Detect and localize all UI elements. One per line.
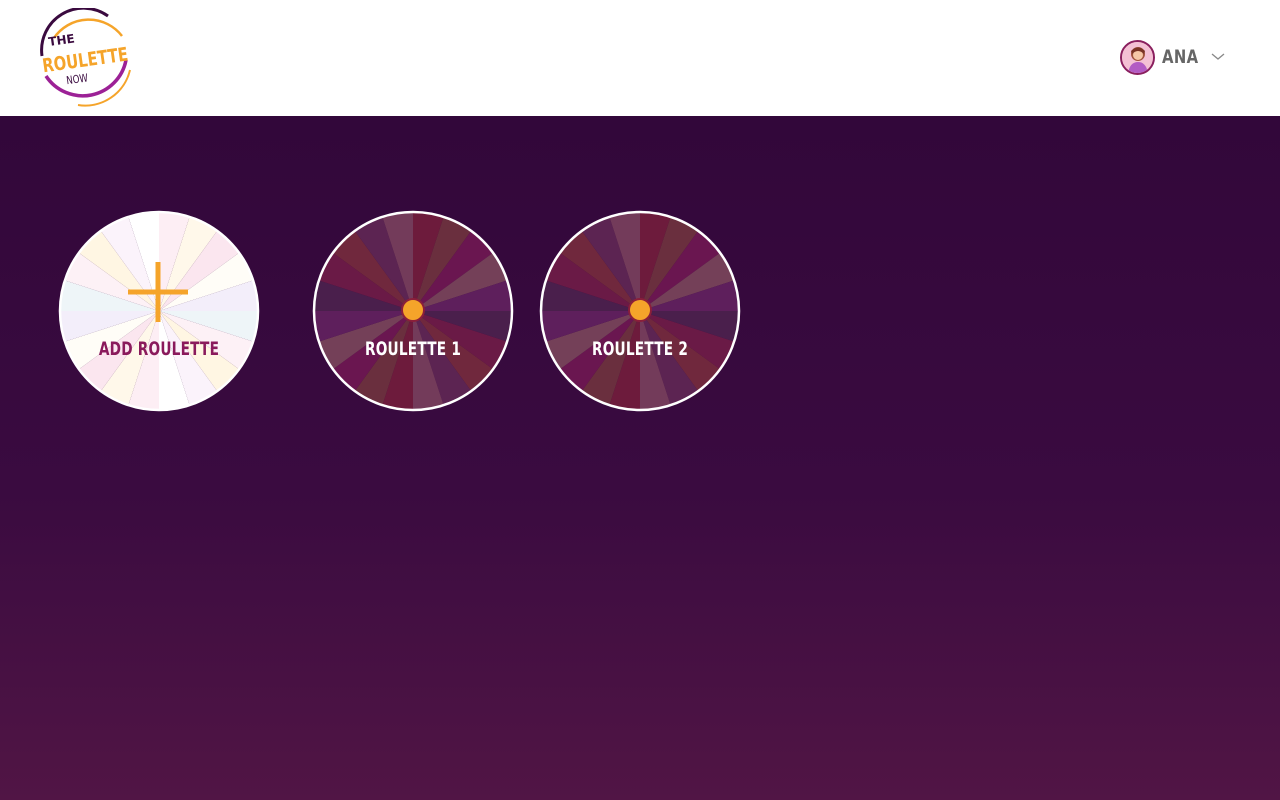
roulette-card-2[interactable]: ROULETTE 2 <box>539 210 741 412</box>
roulette-2-label: ROULETTE 2 <box>591 338 689 360</box>
user-avatar-icon[interactable] <box>1120 39 1155 75</box>
add-roulette-label: ADD ROULETTE <box>98 338 220 360</box>
wheel-hub-icon <box>401 298 425 322</box>
svg-text:NOW: NOW <box>66 72 89 87</box>
app-logo[interactable]: THE ROULETTE NOW <box>34 8 134 108</box>
plus-icon <box>128 262 188 322</box>
chevron-down-icon[interactable] <box>1211 52 1225 62</box>
roulette-1-label: ROULETTE 1 <box>364 338 462 360</box>
roulette-2-wheel <box>539 210 741 412</box>
wheel-hub-icon <box>628 298 652 322</box>
svg-text:THE: THE <box>47 31 75 49</box>
user-menu[interactable]: ANA <box>1120 39 1225 75</box>
logo-mark: THE ROULETTE NOW <box>40 8 131 107</box>
add-roulette-button[interactable]: ADD ROULETTE <box>58 210 260 412</box>
user-name[interactable]: ANA <box>1162 46 1198 68</box>
roulettes-area: ADD ROULETTE ROULETTE 1 ROULETTE 2 <box>0 116 1280 800</box>
roulette-card-1[interactable]: ROULETTE 1 <box>312 210 514 412</box>
top-bar: THE ROULETTE NOW ANA <box>0 0 1280 116</box>
roulette-1-wheel <box>312 210 514 412</box>
